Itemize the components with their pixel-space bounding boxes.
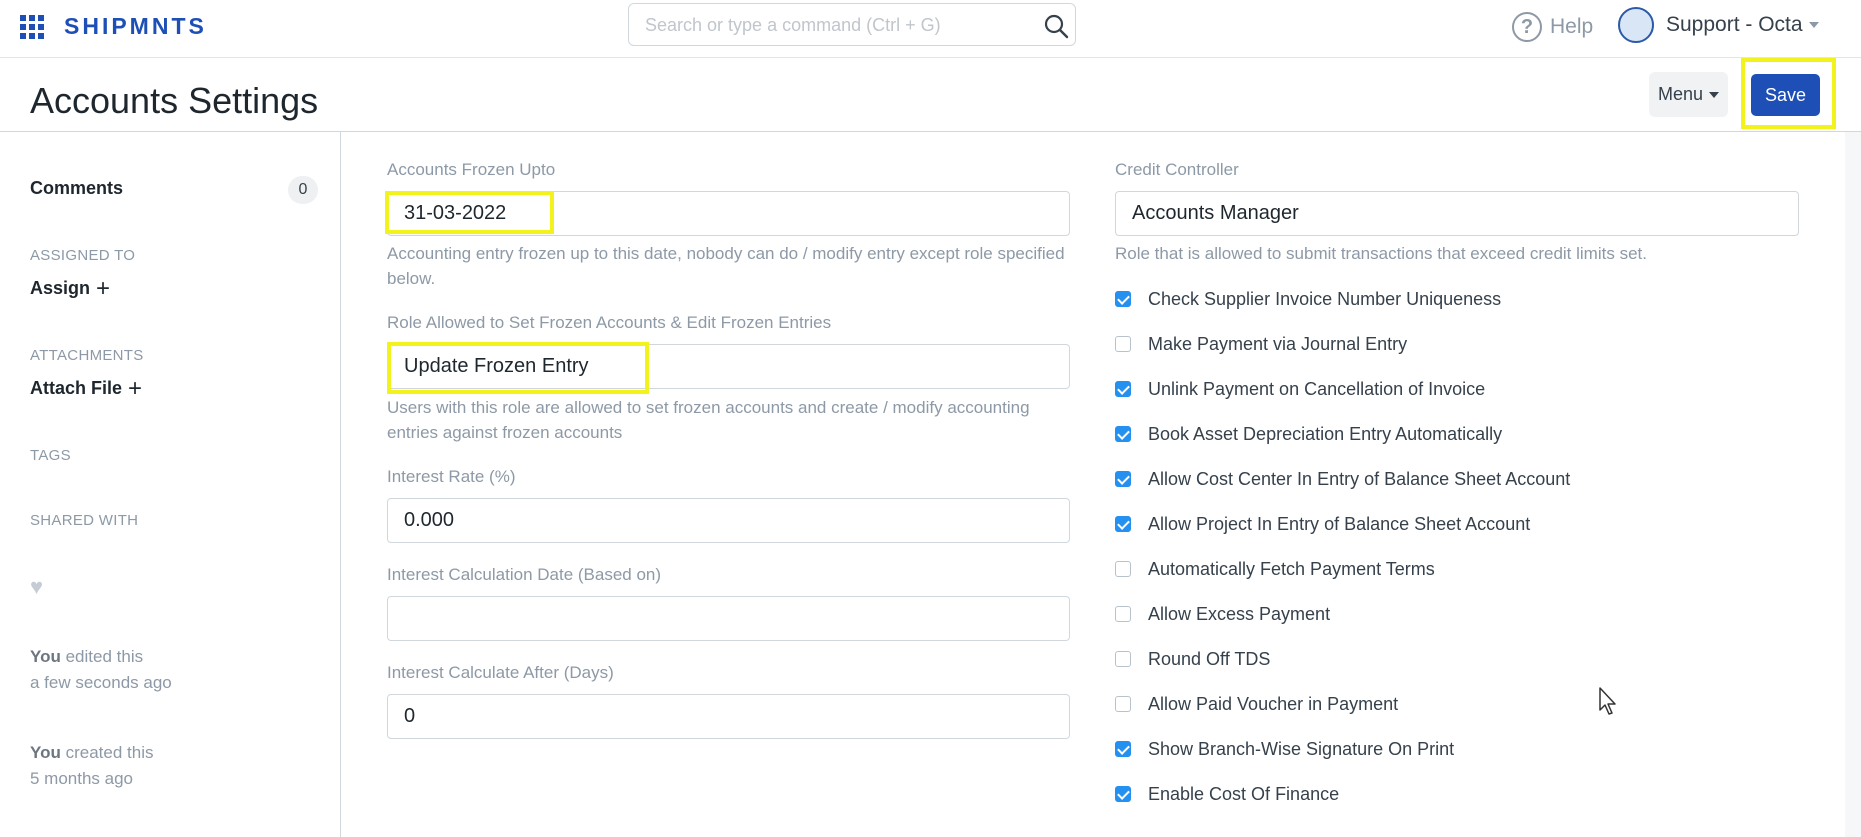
checkbox[interactable] [1115,606,1131,622]
save-button[interactable]: Save [1751,74,1820,116]
checkbox[interactable] [1115,336,1131,352]
checkbox-label[interactable]: Allow Cost Center In Entry of Balance Sh… [1148,469,1570,490]
attachments-heading: ATTACHMENTS [30,347,144,364]
apps-grid-icon[interactable] [20,15,44,39]
checkbox[interactable] [1115,786,1131,802]
frozen-upto-description: Accounting entry frozen up to this date,… [387,244,1065,288]
credit-controller-label: Credit Controller [1115,160,1239,179]
checkbox-label[interactable]: Allow Paid Voucher in Payment [1148,694,1398,715]
checkbox[interactable] [1115,426,1131,442]
plus-icon: + [96,274,111,302]
frozen-upto-field[interactable] [387,191,1070,236]
avatar[interactable] [1618,7,1654,43]
checkbox-row[interactable]: Automatically Fetch Payment Terms [1115,557,1435,581]
shared-with-heading: SHARED WITH [30,512,139,529]
interest-date-field[interactable] [387,596,1070,641]
checkbox-row[interactable]: Show Branch-Wise Signature On Print [1115,737,1454,761]
scrollbar[interactable] [1845,132,1861,837]
interest-rate-field[interactable] [387,498,1070,543]
help-menu[interactable]: ? Help [1512,10,1593,44]
credit-controller-input[interactable] [1132,192,1746,235]
form-sidebar: Comments 0 ASSIGNED TO Assign + ATTACHME… [0,132,341,837]
checkbox-row[interactable]: Allow Cost Center In Entry of Balance Sh… [1115,467,1570,491]
search-input[interactable] [643,4,1037,47]
help-label: Help [1550,15,1594,38]
credit-controller-description: Role that is allowed to submit transacti… [1115,244,1647,263]
credit-controller-field[interactable] [1115,191,1799,236]
frozen-role-field[interactable] [387,344,1070,389]
user-name: Support - Octa [1666,13,1803,36]
checkbox-label[interactable]: Show Branch-Wise Signature On Print [1148,739,1454,760]
menu-button[interactable]: Menu [1649,72,1728,117]
brand-logo[interactable]: SHIPMNTS [64,13,207,40]
checkbox[interactable] [1115,741,1131,757]
checkbox[interactable] [1115,696,1131,712]
checkbox-row[interactable]: Make Payment via Journal Entry [1115,332,1407,356]
frozen-role-description: Users with this role are allowed to set … [387,398,1030,442]
checkbox-label[interactable]: Book Asset Depreciation Entry Automatica… [1148,424,1502,445]
checkbox-label[interactable]: Make Payment via Journal Entry [1148,334,1407,355]
checkbox-label[interactable]: Round Off TDS [1148,649,1270,670]
checkbox[interactable] [1115,561,1131,577]
frozen-role-label: Role Allowed to Set Frozen Accounts & Ed… [387,313,832,332]
checkbox[interactable] [1115,381,1131,397]
checkbox-row[interactable]: Allow Excess Payment [1115,602,1330,626]
top-navbar: SHIPMNTS ? Help Support - Octa [0,0,1861,58]
interest-date-input[interactable] [404,597,1017,640]
checkbox-row[interactable]: Allow Project In Entry of Balance Sheet … [1115,512,1530,536]
checkbox-label[interactable]: Allow Excess Payment [1148,604,1330,625]
mouse-cursor-icon [1599,687,1616,715]
assign-label: Assign [30,278,91,298]
checkbox-label[interactable]: Enable Cost Of Finance [1148,784,1339,805]
checkbox[interactable] [1115,516,1131,532]
search-bar[interactable] [628,3,1076,47]
caret-down-icon [1808,22,1819,28]
attach-file-label: Attach File [30,378,123,398]
checkbox[interactable] [1115,651,1131,667]
checkbox-label[interactable]: Unlink Payment on Cancellation of Invoic… [1148,379,1485,400]
checkbox-row[interactable]: Book Asset Depreciation Entry Automatica… [1115,422,1502,446]
checkbox-label[interactable]: Automatically Fetch Payment Terms [1148,559,1435,580]
assign-button[interactable]: Assign + [30,274,111,302]
checkbox-row[interactable]: Allow Paid Voucher in Payment [1115,692,1398,716]
comments-label[interactable]: Comments [30,178,123,199]
search-icon[interactable] [1043,13,1069,39]
frozen-upto-label: Accounts Frozen Upto [387,160,556,179]
interest-rate-input[interactable] [404,499,1017,542]
attach-file-button[interactable]: Attach File + [30,374,143,402]
checkbox[interactable] [1115,471,1131,487]
interest-after-field[interactable] [387,694,1070,739]
tags-heading[interactable]: TAGS [30,447,71,464]
interest-rate-label: Interest Rate (%) [387,467,516,486]
activity-item: You edited this a few seconds ago [30,647,172,692]
question-circle-icon: ? [1512,12,1542,42]
interest-date-label: Interest Calculation Date (Based on) [387,565,662,584]
heart-icon[interactable]: ♥ [30,574,43,600]
caret-down-icon [1709,91,1720,98]
checkbox-row[interactable]: Check Supplier Invoice Number Uniqueness [1115,287,1501,311]
checkbox-row[interactable]: Unlink Payment on Cancellation of Invoic… [1115,377,1485,401]
page-title: Accounts Settings [30,80,319,121]
checkbox-label[interactable]: Allow Project In Entry of Balance Sheet … [1148,514,1530,535]
activity-item: You created this 5 months ago [30,743,154,788]
assigned-to-heading: ASSIGNED TO [30,247,136,264]
checkbox-row[interactable]: Round Off TDS [1115,647,1270,671]
interest-after-label: Interest Calculate After (Days) [387,663,614,682]
checkbox-label[interactable]: Check Supplier Invoice Number Uniqueness [1148,289,1501,310]
frozen-upto-input[interactable] [404,192,1017,235]
menu-label: Menu [1657,84,1704,104]
frozen-role-input[interactable] [404,345,1017,388]
checkbox-row[interactable]: Enable Cost Of Finance [1115,782,1339,806]
page-head: Accounts Settings Menu [0,58,1861,132]
comments-count-badge: 0 [288,176,318,204]
user-dropdown[interactable]: Support - Octa [1666,13,1819,37]
interest-after-input[interactable] [404,695,1017,738]
plus-icon: + [128,374,143,402]
checkbox[interactable] [1115,291,1131,307]
